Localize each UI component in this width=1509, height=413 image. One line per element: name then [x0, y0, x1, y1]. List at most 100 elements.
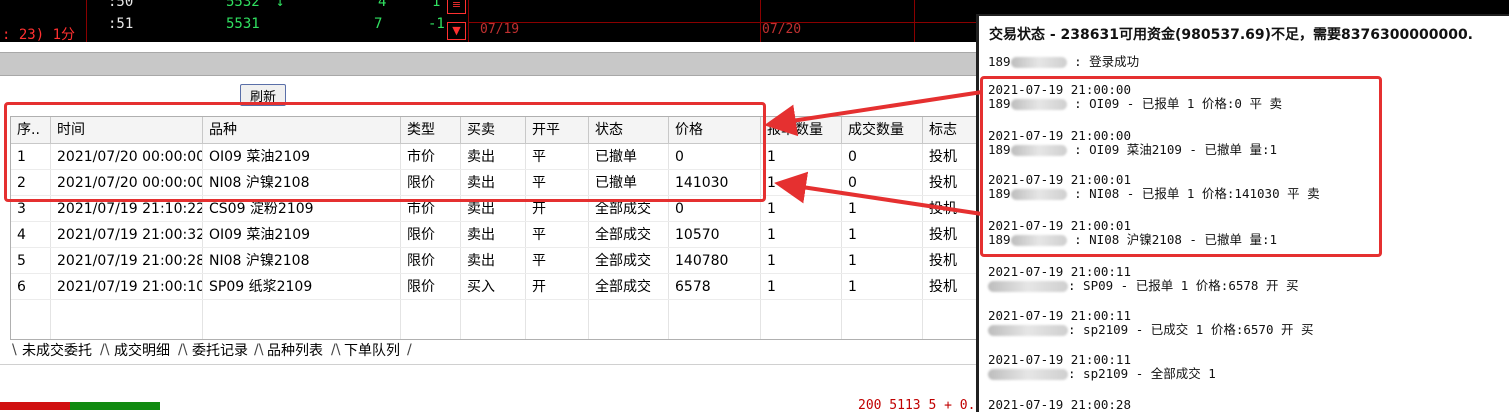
empty-cell — [401, 300, 461, 326]
col-order-qty-cell: 1 — [761, 222, 842, 248]
empty-cell — [842, 326, 923, 339]
col-instrument-cell: OI09 菜油2109 — [203, 222, 401, 248]
tick-time-1: :50 — [108, 0, 134, 10]
empty-cell — [842, 300, 923, 326]
tab-trade-details[interactable]: 成交明细 — [110, 340, 174, 362]
col-seq-cell: 6 — [11, 274, 51, 300]
status-bar-green — [70, 402, 160, 410]
redacted-id-mask — [1010, 57, 1067, 68]
log-message-text: : sp2109 - 全部成交 1 — [1068, 366, 1216, 381]
col-side-cell: 卖出 — [461, 248, 526, 274]
col-offset-cell: 平 — [526, 222, 589, 248]
col-offset-cell: 平 — [526, 248, 589, 274]
col-order-qty-cell: 1 — [761, 248, 842, 274]
log-entry-message: : SP09 - 已报单 1 价格:6578 开 买 — [988, 278, 1299, 293]
col-order-qty-cell: 1 — [761, 196, 842, 222]
divider — [760, 0, 761, 42]
col-order-qty-cell: 1 — [761, 144, 842, 170]
empty-cell — [589, 326, 669, 339]
scroll-down-icon[interactable]: ▼ — [447, 22, 466, 40]
header-col-filled-qty[interactable]: 成交数量 — [842, 117, 923, 143]
col-order-qty-cell: 1 — [761, 274, 842, 300]
log-message-text: : 登录成功 — [1066, 54, 1140, 69]
empty-cell — [51, 326, 203, 339]
col-price-cell: 140780 — [669, 248, 761, 274]
header-col-flag[interactable]: 标志 — [923, 117, 979, 143]
divider — [468, 0, 469, 42]
bottom-quote: 200 5113 5 + 0.5 — [858, 398, 984, 413]
header-col-order-qty[interactable]: 报单数量 — [761, 117, 842, 143]
empty-cell — [461, 300, 526, 326]
tab-order-queue[interactable]: 下单队列 — [340, 340, 404, 362]
empty-cell — [11, 326, 51, 339]
col-type-cell: 限价 — [401, 248, 461, 274]
col-filled-qty-cell: 1 — [842, 196, 923, 222]
highlight-box-orders — [4, 102, 766, 202]
log-entry-message: : sp2109 - 已成交 1 价格:6570 开 买 — [988, 322, 1314, 337]
col-seq-cell: 4 — [11, 222, 51, 248]
account-id: 189 — [988, 54, 1011, 69]
log-message-text: : sp2109 - 已成交 1 价格:6570 开 买 — [1068, 322, 1314, 337]
highlight-box-log — [980, 76, 1382, 257]
empty-cell — [923, 300, 979, 326]
tick-qty-1: 4 — [378, 0, 387, 10]
tick-price-1: 5532 — [226, 0, 260, 10]
col-status-cell: 全部成交 — [589, 248, 669, 274]
col-filled-qty-cell: 1 — [842, 222, 923, 248]
redacted-id-mask — [988, 281, 1068, 292]
period-label: : 23) 1分 — [2, 27, 76, 42]
down-arrow-icon: ↓ — [276, 0, 285, 10]
col-status-cell: 全部成交 — [589, 222, 669, 248]
redacted-id-mask — [988, 369, 1068, 380]
col-side-cell: 卖出 — [461, 222, 526, 248]
table-row[interactable]: 6 2021/07/19 21:00:10 SP09 纸浆2109 限价 买入开全部成交… — [11, 274, 979, 300]
col-price-cell: 6578 — [669, 274, 761, 300]
col-status-cell: 全部成交 — [589, 274, 669, 300]
col-time-cell: 2021/07/19 21:00:28 — [51, 248, 203, 274]
empty-cell — [923, 326, 979, 339]
empty-cell — [669, 300, 761, 326]
status-bar-red — [0, 402, 70, 410]
tab-pending-orders[interactable]: 未成交委托 — [18, 340, 96, 362]
empty-cell — [11, 300, 51, 326]
redacted-id-mask — [988, 325, 1068, 336]
col-type-cell: 限价 — [401, 274, 461, 300]
col-order-qty-cell: 1 — [761, 170, 842, 196]
table-row[interactable]: 5 2021/07/19 21:00:28 NI08 沪镍2108 限价 卖出平全部成交… — [11, 248, 979, 274]
col-filled-qty-cell: 1 — [842, 248, 923, 274]
panel-toolbar — [0, 52, 980, 76]
empty-cell — [526, 326, 589, 339]
empty-cell — [589, 300, 669, 326]
empty-cell — [51, 300, 203, 326]
tick-chg-2: -1 — [428, 16, 445, 32]
col-filled-qty-cell: 0 — [842, 144, 923, 170]
scroll-menu-icon[interactable]: ≡ — [447, 0, 466, 14]
divider — [86, 0, 87, 42]
tick-chg-1: 1 — [432, 0, 441, 10]
col-offset-cell: 开 — [526, 274, 589, 300]
col-flag-cell: 投机 — [923, 222, 979, 248]
log-title: 交易状态 - 238631可用资金(980537.69)不足，需要8376300… — [989, 27, 1474, 43]
divider — [0, 364, 980, 365]
empty-cell — [401, 326, 461, 339]
empty-cell — [203, 300, 401, 326]
tick-time-2: :51 — [108, 16, 134, 32]
empty-cell — [761, 326, 842, 339]
log-entry-time: 2021-07-19 21:00:11 — [988, 352, 1131, 367]
log-entry-message: 189 : 登录成功 — [988, 54, 1139, 69]
log-message-text: : SP09 - 已报单 1 价格:6578 开 买 — [1068, 278, 1299, 293]
col-time-cell: 2021/07/19 21:00:10 — [51, 274, 203, 300]
table-row[interactable]: 4 2021/07/19 21:00:32 OI09 菜油2109 限价 卖出平全部成交… — [11, 222, 979, 248]
tab-order-records[interactable]: 委托记录 — [188, 340, 252, 362]
col-price-cell: 10570 — [669, 222, 761, 248]
empty-cell — [203, 326, 401, 339]
col-flag-cell: 投机 — [923, 170, 979, 196]
col-flag-cell: 投机 — [923, 248, 979, 274]
col-seq-cell: 5 — [11, 248, 51, 274]
col-flag-cell: 投机 — [923, 196, 979, 222]
col-type-cell: 限价 — [401, 222, 461, 248]
tab-instrument-list[interactable]: 品种列表 — [263, 340, 327, 362]
empty-cell — [669, 326, 761, 339]
col-flag-cell: 投机 — [923, 144, 979, 170]
col-side-cell: 买入 — [461, 274, 526, 300]
